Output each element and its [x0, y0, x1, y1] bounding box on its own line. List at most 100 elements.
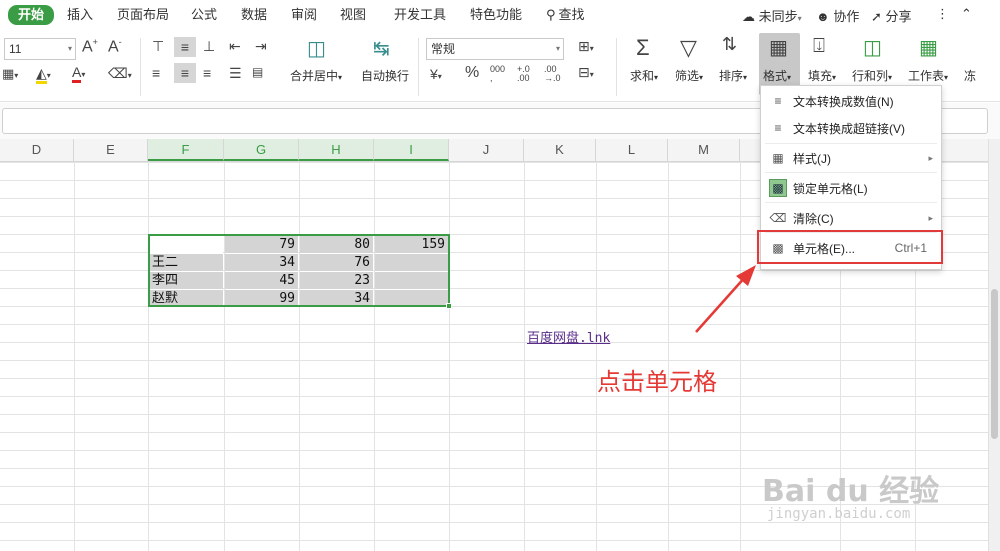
cell-h4[interactable]: 34: [300, 290, 373, 307]
fill-down-icon[interactable]: ⍗: [813, 35, 825, 58]
more-icon[interactable]: ⋮: [936, 6, 949, 22]
decrease-font-icon[interactable]: A-: [108, 37, 122, 56]
scrollbar-thumb[interactable]: [991, 289, 998, 439]
tab-data[interactable]: 数据: [241, 6, 267, 24]
align-middle-icon[interactable]: ≡: [174, 37, 196, 57]
cell-i2[interactable]: [375, 254, 448, 271]
cell-i4[interactable]: [375, 290, 448, 307]
user-icon: ☻: [816, 9, 830, 24]
font-size-select[interactable]: 11 ▾: [4, 38, 76, 60]
conditional-format-icon[interactable]: ⊟▾: [578, 64, 594, 81]
tab-search[interactable]: ⚲ 查找: [546, 6, 585, 24]
col-header-i[interactable]: I: [374, 139, 449, 161]
cell-h2[interactable]: 76: [300, 254, 373, 271]
col-header-g[interactable]: G: [224, 139, 299, 161]
menu-item-text-to-hyperlink[interactable]: ≡ 文本转换成超链接(V): [761, 115, 941, 141]
format-button[interactable]: 格式▾: [763, 67, 791, 84]
col-header-e[interactable]: E: [74, 139, 148, 161]
tab-view[interactable]: 视图: [340, 6, 366, 24]
format-label: 格式: [763, 69, 788, 83]
share-button[interactable]: ➚ 分享: [871, 6, 912, 25]
format-icon[interactable]: ▦: [769, 35, 788, 60]
col-header-f[interactable]: F: [148, 139, 224, 161]
decrease-decimal-icon[interactable]: .00 →.0: [544, 65, 561, 83]
cell-h3[interactable]: 23: [300, 272, 373, 289]
cell-i3[interactable]: [375, 272, 448, 289]
cell-i1[interactable]: 159: [375, 236, 448, 253]
percent-icon[interactable]: %: [465, 64, 479, 82]
merge-icon[interactable]: ◫: [307, 36, 326, 61]
thousands-icon[interactable]: 000,: [490, 65, 505, 83]
currency-icon[interactable]: ¥▾: [430, 66, 442, 82]
align-right-icon[interactable]: ≡: [203, 65, 211, 81]
border-icon[interactable]: ▦▾: [2, 66, 18, 82]
sync-status[interactable]: ☁ 未同步▾: [742, 6, 802, 25]
sync-label: 未同步: [758, 9, 798, 24]
eraser-icon: ⌫: [769, 211, 787, 225]
cell-f1[interactable]: [149, 236, 223, 253]
hyperlink-cell[interactable]: 百度网盘.lnk: [527, 327, 610, 346]
sum-button[interactable]: 求和▾: [630, 67, 658, 84]
fill-button[interactable]: 填充▾: [808, 67, 836, 84]
col-header-k[interactable]: K: [524, 139, 596, 161]
increase-decimal-icon[interactable]: +.0.00: [517, 65, 530, 83]
sort-button[interactable]: 排序▾: [719, 67, 747, 84]
fill-handle[interactable]: [446, 303, 452, 309]
tab-page-layout[interactable]: 页面布局: [117, 6, 169, 24]
align-left-icon[interactable]: ≡: [152, 65, 160, 81]
col-header-d[interactable]: D: [0, 139, 74, 161]
cell-g2[interactable]: 34: [225, 254, 298, 271]
menu-item-lock-cell[interactable]: ▩ 锁定单元格(L): [761, 175, 941, 201]
indent-decrease-icon[interactable]: ⇤: [229, 38, 241, 55]
wrap-icon[interactable]: ↹: [373, 36, 390, 61]
col-header-j[interactable]: J: [449, 139, 524, 161]
worksheet-icon[interactable]: ▦: [919, 35, 938, 60]
cell-g1[interactable]: 79: [225, 236, 298, 253]
wrap-text-button[interactable]: 自动换行: [361, 67, 409, 84]
align-center-icon[interactable]: ≡: [174, 63, 196, 83]
type-convert-icon[interactable]: ⊞▾: [578, 38, 594, 55]
col-header-h[interactable]: H: [299, 139, 374, 161]
filter-button[interactable]: 筛选▾: [675, 67, 703, 84]
gridline: [524, 162, 525, 551]
justify-icon[interactable]: ☰: [229, 65, 242, 82]
tab-start[interactable]: 开始: [8, 5, 55, 25]
number-format-select[interactable]: 常规 ▾: [426, 38, 564, 60]
cell-f2[interactable]: 王二: [149, 254, 223, 271]
cell-g3[interactable]: 45: [225, 272, 298, 289]
tab-review[interactable]: 审阅: [291, 6, 317, 24]
vertical-scrollbar[interactable]: [988, 139, 1000, 551]
sort-icon[interactable]: ⇅: [722, 34, 737, 55]
increase-font-icon[interactable]: A+: [82, 37, 98, 56]
filter-icon[interactable]: ▽: [680, 35, 697, 61]
align-top-icon[interactable]: ⊤: [152, 38, 164, 55]
cell-f3[interactable]: 李四: [149, 272, 223, 289]
menu-item-text-to-number[interactable]: ≡ 文本转换成数值(N): [761, 88, 941, 114]
collapse-ribbon-icon[interactable]: ⌃: [961, 6, 972, 22]
cell-h1[interactable]: 80: [300, 236, 373, 253]
col-header-m[interactable]: M: [668, 139, 740, 161]
font-color-icon[interactable]: A▾: [72, 64, 85, 83]
menu-item-clear[interactable]: ⌫ 清除(C) ▸: [761, 205, 941, 231]
tab-formula[interactable]: 公式: [191, 6, 217, 24]
align-bottom-icon[interactable]: ⊥: [203, 38, 215, 55]
chevron-right-icon: ▸: [928, 152, 933, 163]
menu-item-style[interactable]: ▦ 样式(J) ▸: [761, 145, 941, 171]
collab-button[interactable]: ☻ 协作: [816, 6, 859, 25]
cell-f4[interactable]: 赵默: [149, 290, 223, 307]
rows-cols-button[interactable]: 行和列▾: [852, 67, 892, 84]
rows-cols-icon[interactable]: ◫: [863, 35, 882, 60]
tab-special[interactable]: 特色功能: [470, 6, 522, 24]
col-header-l[interactable]: L: [596, 139, 668, 161]
freeze-button[interactable]: 冻: [964, 67, 976, 84]
indent-increase-icon[interactable]: ⇥: [255, 38, 267, 55]
distributed-icon[interactable]: ▤: [252, 65, 263, 79]
cell-g4[interactable]: 99: [225, 290, 298, 307]
merge-center-button[interactable]: 合并居中▾: [290, 67, 342, 84]
worksheet-button[interactable]: 工作表▾: [908, 67, 948, 84]
tab-insert[interactable]: 插入: [67, 6, 93, 24]
tab-developer[interactable]: 开发工具: [394, 6, 446, 24]
sum-icon[interactable]: Σ: [636, 35, 650, 61]
eraser-icon[interactable]: ⌫▾: [108, 65, 132, 82]
fill-color-icon[interactable]: ◭▾: [36, 65, 51, 84]
